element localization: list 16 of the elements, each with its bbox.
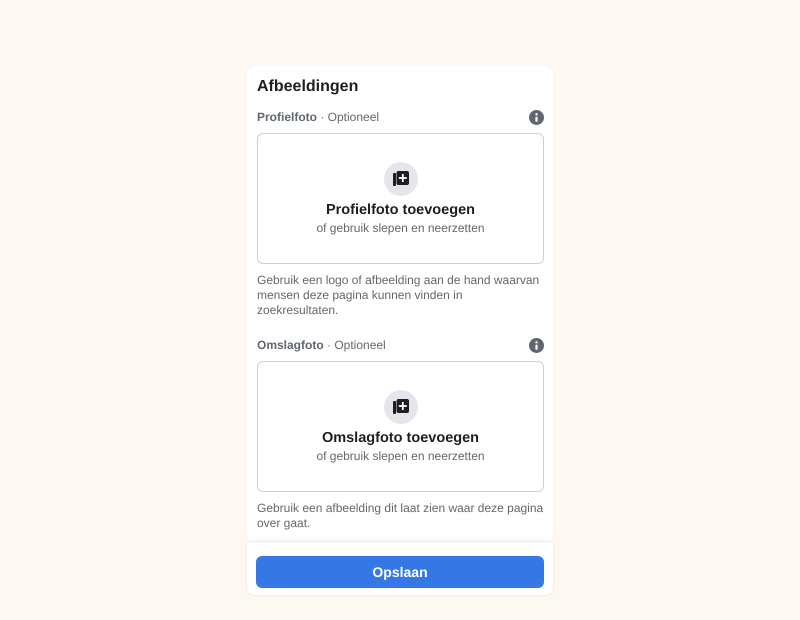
field-label: Omslagfoto · Optioneel: [257, 338, 386, 352]
help-text: Gebruik een afbeelding dit laat zien waar deze pagina over gaat.: [257, 501, 544, 531]
info-icon[interactable]: [529, 110, 544, 124]
upload-hint: of gebruik slepen en neerzetten: [316, 449, 485, 463]
add-photo-icon: [384, 390, 418, 424]
card-title: Afbeeldingen: [256, 77, 360, 97]
help-text: Gebruik een logo of afbeelding aan de hand waarvan mensen deze pagina kunnen vinden in zoekresultaten.: [257, 273, 540, 318]
upload-title: Profielfoto toevoegen: [326, 202, 476, 218]
upload-title: Omslagfoto toevoegen: [322, 430, 480, 446]
field-label: Profielfoto · Optioneel: [257, 110, 380, 124]
add-photo-icon: [384, 162, 418, 196]
save-button[interactable]: Opslaan: [256, 556, 544, 588]
upload-dropzone[interactable]: Omslagfoto toevoegen of gebruik slepen en neerzetten: [257, 361, 544, 492]
info-icon[interactable]: [529, 338, 544, 352]
upload-dropzone[interactable]: Profielfoto toevoegen of gebruik slepen en neerzetten: [257, 133, 544, 264]
upload-hint: of gebruik slepen en neerzetten: [316, 221, 485, 235]
